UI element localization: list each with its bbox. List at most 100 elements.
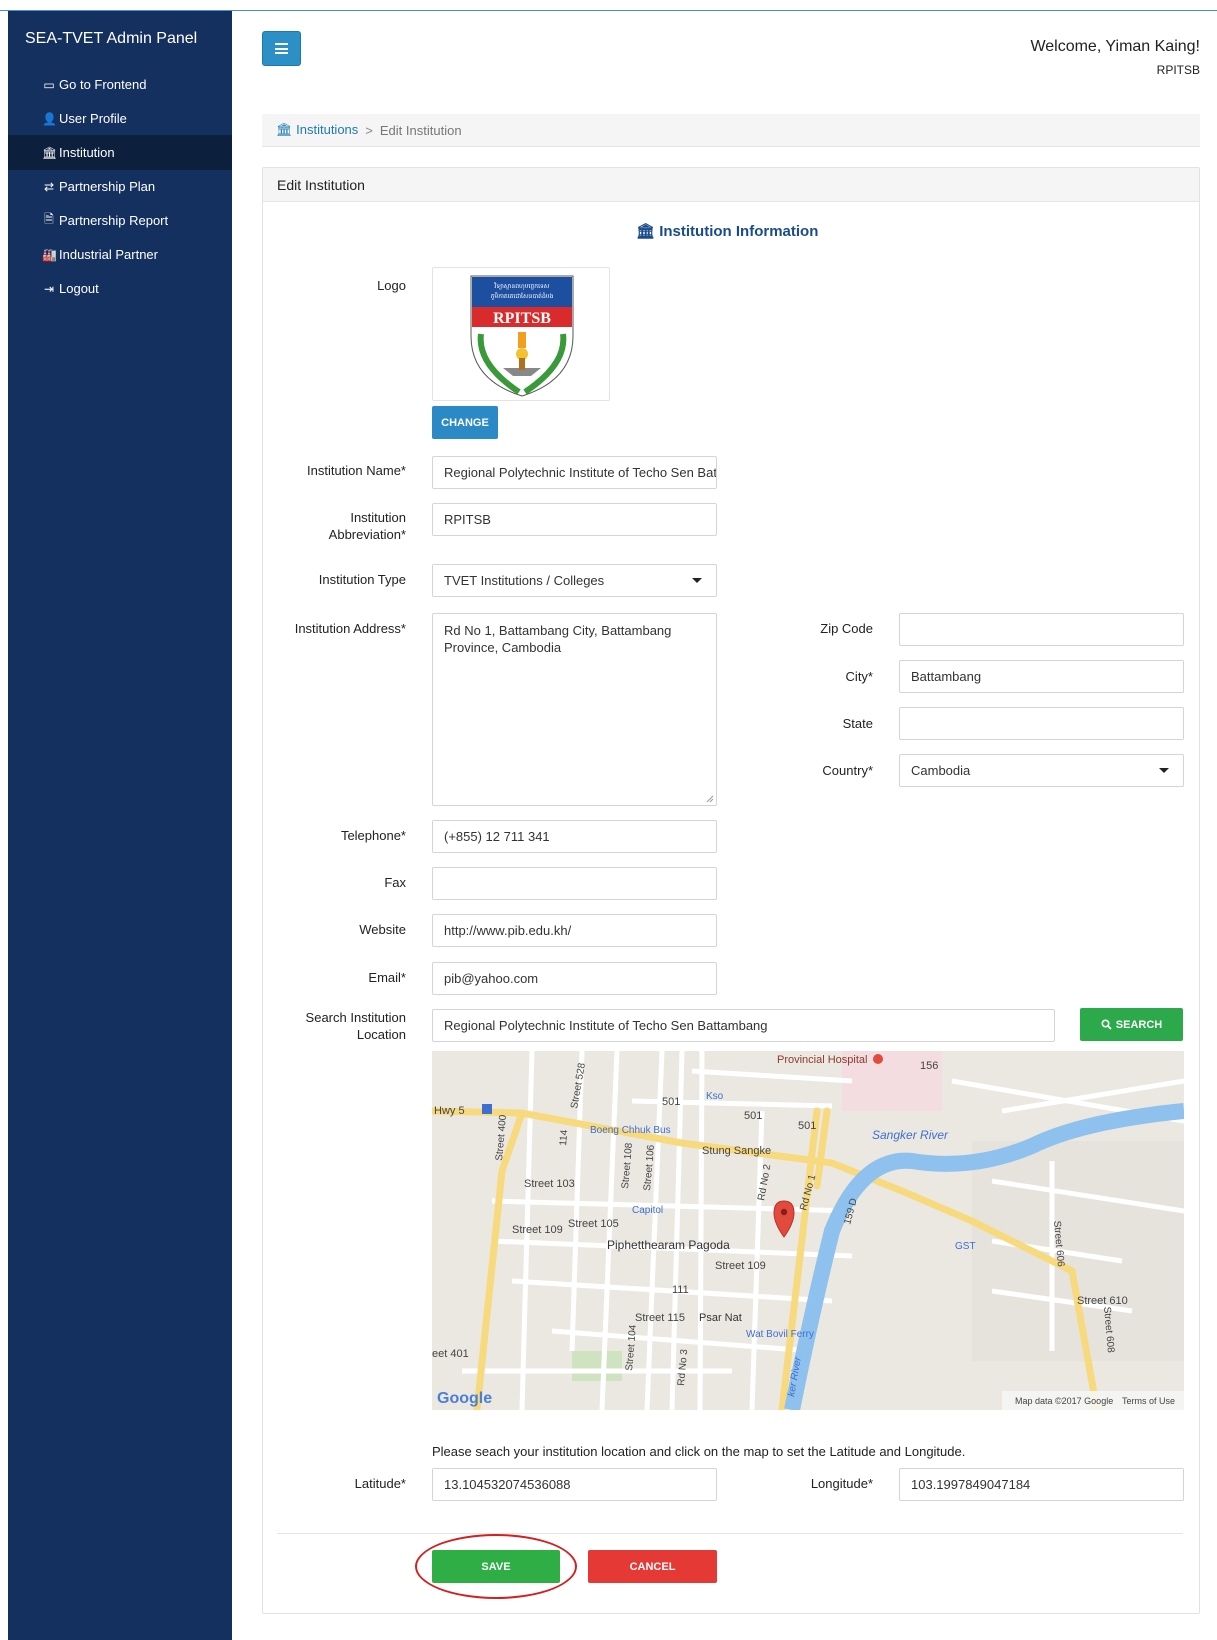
- svg-text:501: 501: [662, 1096, 680, 1108]
- sidebar-item-logout[interactable]: ⇥ Logout: [8, 271, 232, 306]
- industry-icon: 🏭: [42, 247, 57, 262]
- sidebar-item-partnership-plan[interactable]: ⇄ Partnership Plan: [8, 169, 232, 204]
- map-canvas[interactable]: Provincial Hospital Hwy 5 Boeng Chhuk Bu…: [432, 1051, 1184, 1410]
- svg-text:Hwy 5: Hwy 5: [434, 1105, 465, 1117]
- sidebar-item-partnership-report[interactable]: 🗎 Partnership Report: [8, 203, 232, 238]
- search-icon: [1101, 1019, 1112, 1030]
- exchange-icon: ⇄: [43, 179, 55, 194]
- country-label: Country*: [822, 763, 873, 778]
- institution-icon: 🏛: [636, 223, 656, 240]
- sidebar-brand: SEA-TVET Admin Panel: [25, 30, 198, 47]
- institution-icon: 🏛: [276, 122, 293, 137]
- zip-code-input[interactable]: [899, 613, 1184, 646]
- sidebar-item-label: Institution: [59, 145, 115, 160]
- sidebar-item-label: Partnership Report: [59, 213, 169, 228]
- panel-title: Edit Institution: [263, 168, 1199, 202]
- search-button-label: SEARCH: [1115, 1018, 1163, 1031]
- search-location-input[interactable]: Regional Polytechnic Institute of Techo …: [432, 1009, 1055, 1042]
- map-attribution: Map data ©2017 Google: [1015, 1396, 1113, 1406]
- search-location-label: Search Institution Location: [280, 1009, 406, 1043]
- sidebar-item-label: Partnership Plan: [59, 179, 156, 194]
- hamburger-icon: [275, 43, 288, 54]
- user-icon: 👤: [42, 111, 57, 126]
- cancel-button[interactable]: CANCEL: [588, 1550, 717, 1583]
- user-institution: RPITSB: [1156, 63, 1200, 77]
- caret-down-icon: [1159, 768, 1169, 773]
- institution-name-input[interactable]: Regional Polytechnic Institute of Techo …: [432, 456, 717, 489]
- sidebar-item-go-to-frontend[interactable]: ▭ Go to Frontend: [8, 67, 232, 102]
- svg-text:Street 103: Street 103: [524, 1178, 575, 1190]
- sidebar-item-label: Logout: [59, 281, 99, 296]
- abbreviation-label: Institution Abbreviation*: [280, 509, 406, 543]
- map-terms-link: Terms of Use: [1122, 1396, 1175, 1406]
- svg-text:156: 156: [920, 1060, 938, 1072]
- latitude-input[interactable]: 13.104532074536088: [432, 1468, 717, 1501]
- sidebar: SEA-TVET Admin Panel ▭ Go to Frontend 👤 …: [8, 11, 232, 1640]
- svg-text:GST: GST: [955, 1241, 976, 1252]
- menu-toggle-button[interactable]: [262, 31, 301, 66]
- caret-down-icon: [692, 578, 702, 583]
- resize-handle-icon[interactable]: [706, 795, 714, 803]
- change-logo-button[interactable]: CHANGE: [432, 406, 498, 439]
- svg-text:Street 610: Street 610: [1077, 1295, 1128, 1307]
- address-line-2: Province, Cambodia: [444, 640, 562, 655]
- svg-text:111: 111: [672, 1284, 689, 1296]
- country-value: Cambodia: [911, 763, 971, 778]
- email-input[interactable]: pib@yahoo.com: [432, 962, 717, 995]
- latitude-label: Latitude*: [354, 1476, 406, 1491]
- welcome-text: Welcome, Yiman Kaing!: [1030, 38, 1200, 55]
- svg-text:Stung Sangke: Stung Sangke: [702, 1145, 771, 1157]
- svg-text:វិទ្យាស្ថានពហុបច្ចេកទេស: វិទ្យាស្ថានពហុបច្ចេកទេស: [493, 282, 549, 290]
- institution-logo-emblem: វិទ្យាស្ថានពហុបច្ចេកទេស ភូមិភាគតេជោសែនបា…: [470, 275, 574, 397]
- search-button[interactable]: SEARCH: [1080, 1008, 1183, 1041]
- logo-preview: វិទ្យាស្ថានពហុបច្ចេកទេស ភូមិភាគតេជោសែនបា…: [432, 267, 610, 401]
- longitude-input[interactable]: 103.1997849047184: [899, 1468, 1184, 1501]
- abbreviation-label-line2: Abbreviation*: [328, 527, 406, 542]
- svg-text:Piphetthearam Pagoda: Piphetthearam Pagoda: [607, 1238, 730, 1252]
- breadcrumb-separator: >: [365, 122, 373, 138]
- svg-text:Street 105: Street 105: [568, 1218, 619, 1230]
- svg-text:Sangker River: Sangker River: [872, 1128, 949, 1142]
- address-textarea[interactable]: Rd No 1, Battambang City, Battambang Pro…: [432, 613, 717, 806]
- institution-type-select[interactable]: TVET Institutions / Colleges: [432, 564, 717, 597]
- svg-text:Boeng Chhuk Bus: Boeng Chhuk Bus: [590, 1125, 671, 1136]
- sidebar-item-industrial-partner[interactable]: 🏭 Industrial Partner: [8, 237, 232, 272]
- fax-label: Fax: [384, 875, 406, 890]
- window-icon: ▭: [43, 77, 55, 92]
- breadcrumb: 🏛 Institutions > Edit Institution: [262, 114, 1200, 147]
- sidebar-item-user-profile[interactable]: 👤 User Profile: [8, 101, 232, 136]
- logout-icon: ⇥: [43, 281, 55, 296]
- city-input[interactable]: Battambang: [899, 660, 1184, 693]
- svg-text:501: 501: [744, 1110, 762, 1122]
- svg-text:RPITSB: RPITSB: [493, 310, 551, 327]
- svg-text:Street 109: Street 109: [512, 1224, 563, 1236]
- svg-text:Street 109: Street 109: [715, 1260, 766, 1272]
- svg-text:eet 401: eet 401: [432, 1348, 469, 1360]
- map-hint-text: Please seach your institution location a…: [432, 1444, 966, 1459]
- website-input[interactable]: http://www.pib.edu.kh/: [432, 914, 717, 947]
- sidebar-item-institution[interactable]: 🏛 Institution: [8, 135, 232, 170]
- section-title: 🏛 Institution Information: [636, 222, 818, 240]
- svg-text:114: 114: [558, 1129, 570, 1146]
- country-select[interactable]: Cambodia: [899, 754, 1184, 787]
- location-map[interactable]: Provincial Hospital Hwy 5 Boeng Chhuk Bu…: [432, 1051, 1184, 1410]
- telephone-input[interactable]: (+855) 12 711 341: [432, 820, 717, 853]
- search-location-label-line1: Search Institution: [305, 1010, 406, 1025]
- breadcrumb-link-label: Institutions: [296, 122, 359, 137]
- address-line-1: Rd No 1, Battambang City, Battambang: [444, 623, 672, 638]
- address-label: Institution Address*: [294, 621, 406, 636]
- abbreviation-label-line1: Institution: [350, 510, 406, 525]
- save-highlight-circle: [415, 1534, 577, 1599]
- logo-label: Logo: [377, 278, 406, 293]
- longitude-label: Longitude*: [810, 1476, 873, 1491]
- form-divider: [277, 1533, 1183, 1534]
- svg-text:Street 115: Street 115: [635, 1312, 685, 1324]
- sidebar-item-label: Industrial Partner: [59, 247, 158, 262]
- fax-input[interactable]: [432, 867, 717, 900]
- abbreviation-input[interactable]: RPITSB: [432, 503, 717, 536]
- state-input[interactable]: [899, 707, 1184, 740]
- breadcrumb-current: Edit Institution: [379, 122, 462, 138]
- svg-text:Wat Bovil Ferry: Wat Bovil Ferry: [746, 1329, 814, 1340]
- svg-text:501: 501: [798, 1120, 816, 1132]
- breadcrumb-institutions-link[interactable]: 🏛 Institutions: [276, 122, 358, 138]
